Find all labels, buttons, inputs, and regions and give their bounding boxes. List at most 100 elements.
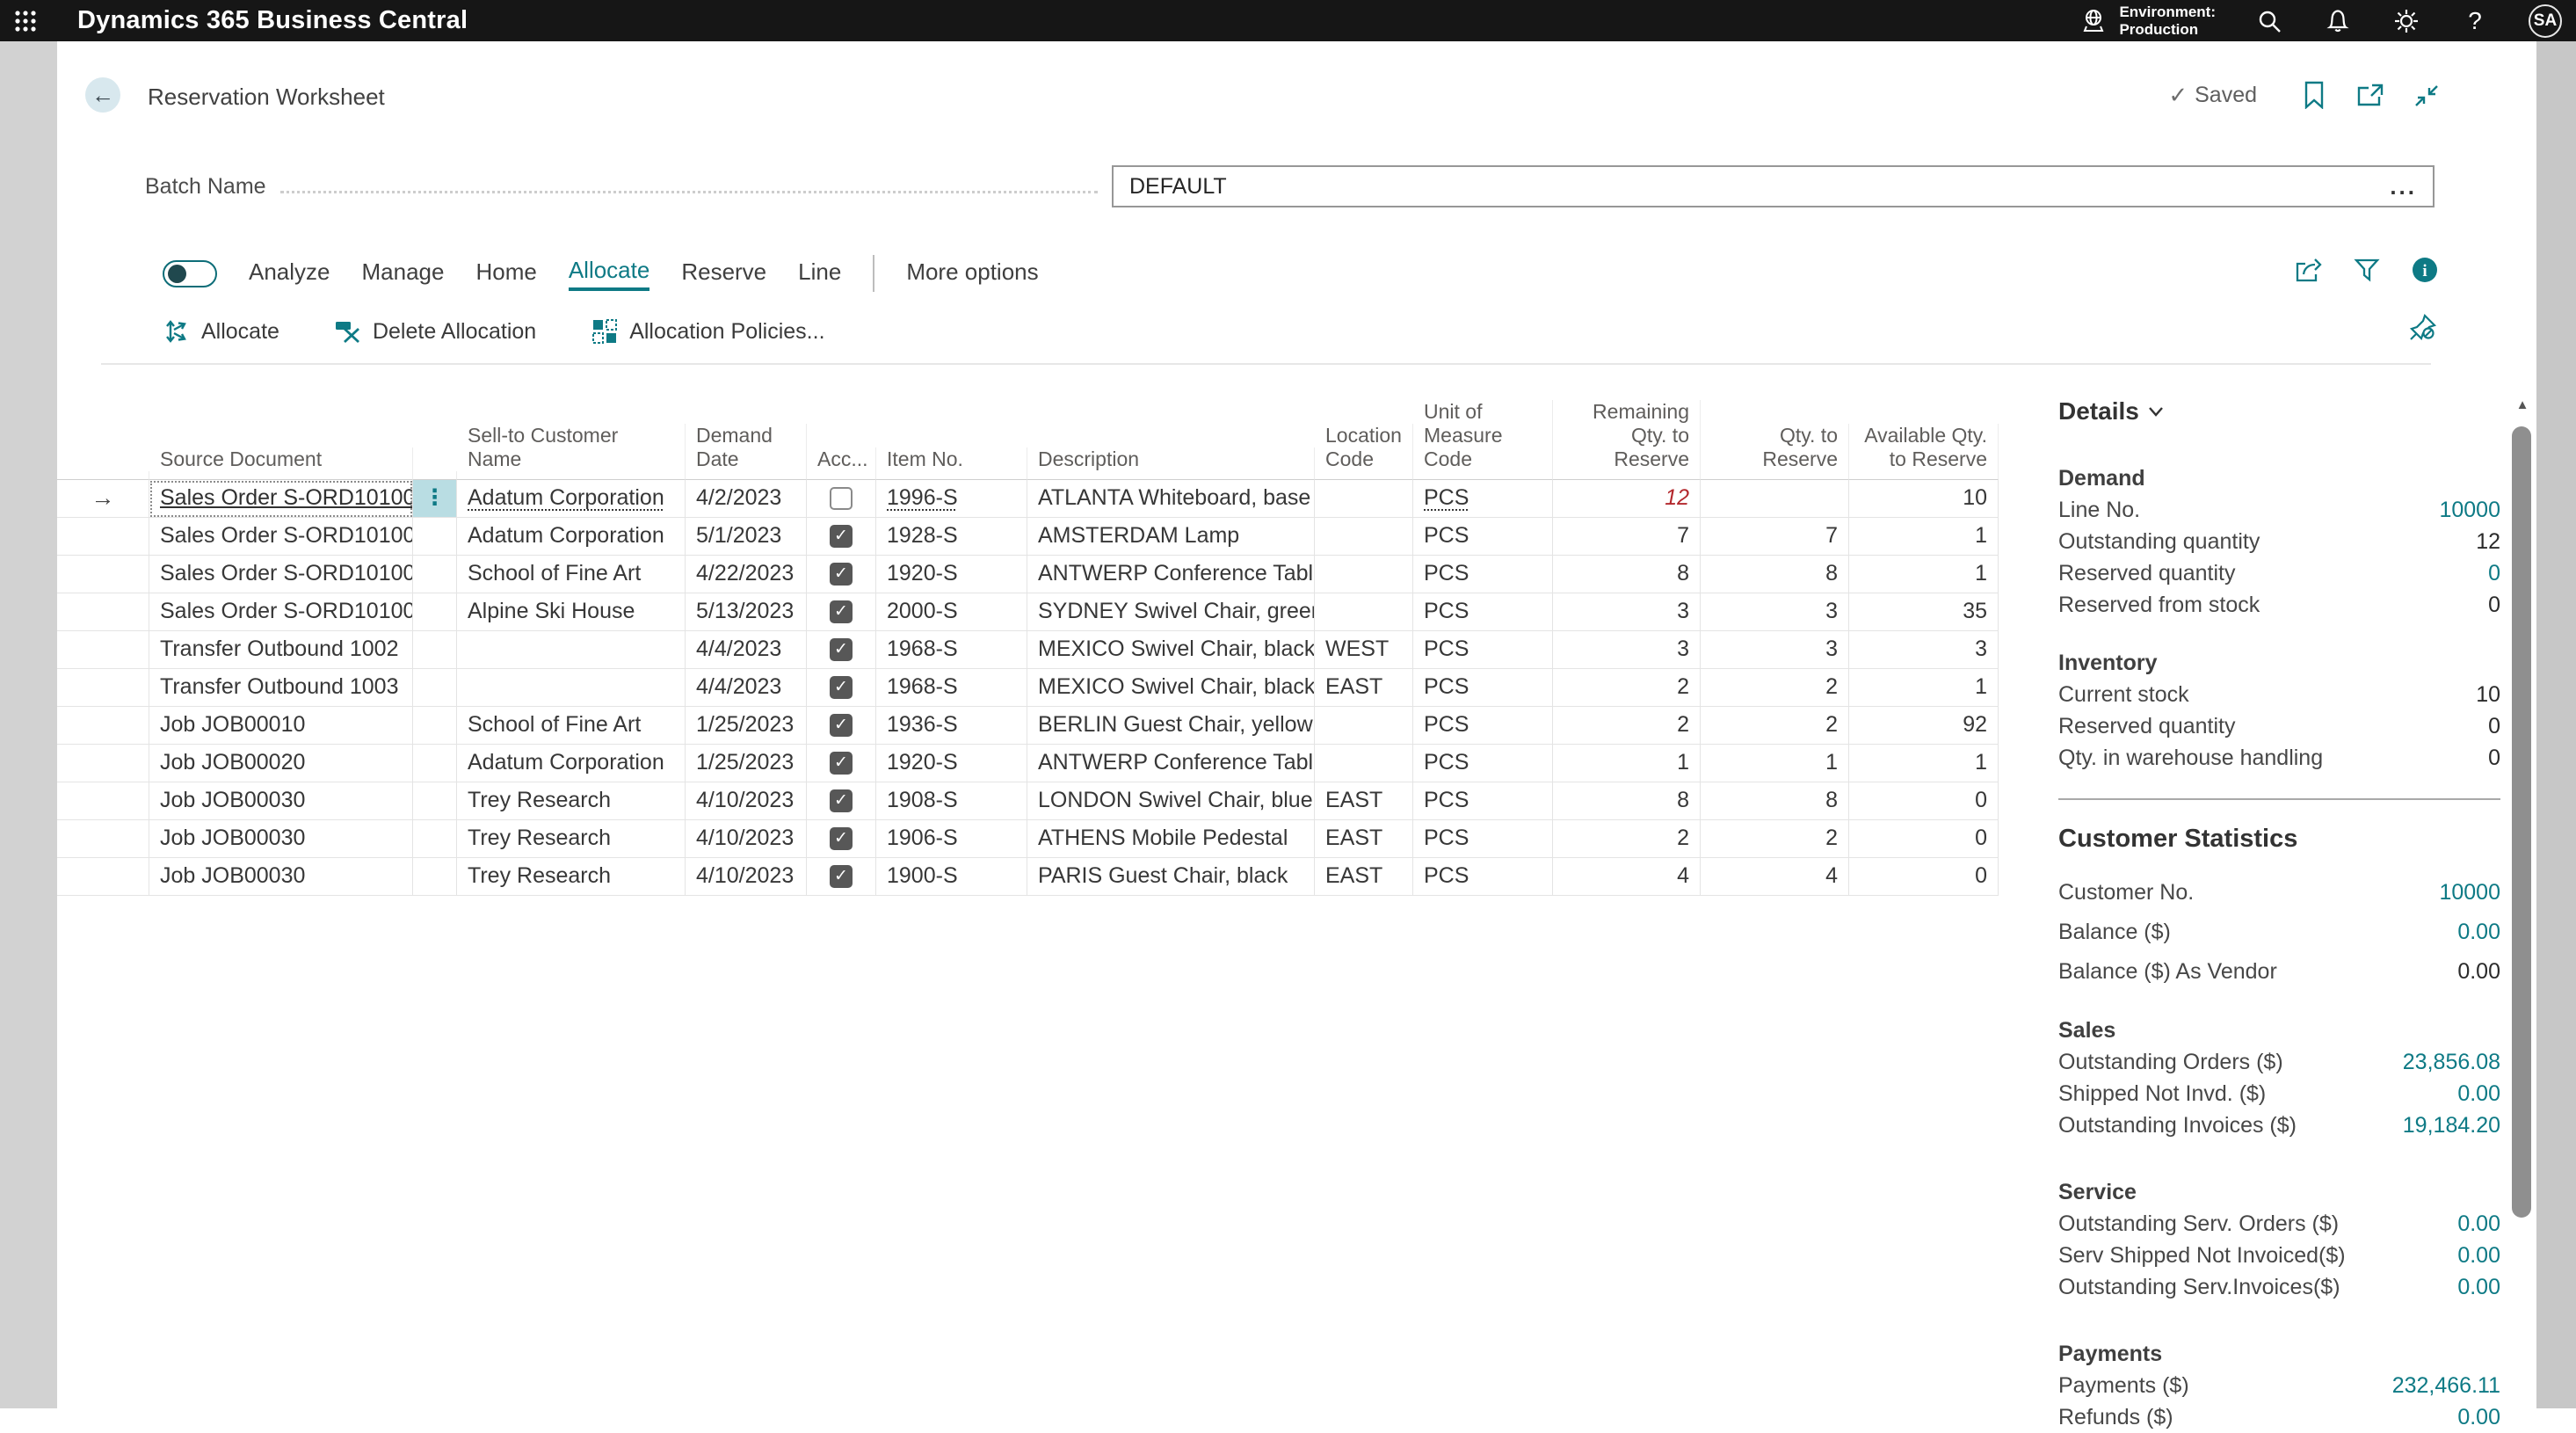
table-row[interactable]: Sales Order S-ORD101003School of Fine Ar…: [57, 556, 1999, 593]
collapse-icon[interactable]: [2412, 80, 2442, 110]
column-header[interactable]: Acc...: [807, 447, 876, 480]
cell-item[interactable]: 1908-S: [876, 782, 1027, 820]
batch-name-value[interactable]: DEFAULT: [1129, 174, 2390, 200]
tab-line[interactable]: Line: [798, 258, 841, 289]
cell-location[interactable]: EAST: [1315, 858, 1413, 896]
cell-available[interactable]: 0: [1849, 782, 1999, 820]
row-menu-dots[interactable]: [413, 518, 457, 556]
accept-cell[interactable]: ✓: [807, 820, 876, 858]
environment-badge[interactable]: Environment: Production: [2079, 4, 2216, 39]
cell-location[interactable]: [1315, 745, 1413, 782]
cell-qty[interactable]: [1701, 480, 1849, 518]
cell-location[interactable]: [1315, 480, 1413, 518]
cell-item[interactable]: 1906-S: [876, 820, 1027, 858]
table-row[interactable]: Job JOB00030Trey Research4/10/2023✓1906-…: [57, 820, 1999, 858]
cell-source[interactable]: Transfer Outbound 1002: [149, 631, 413, 669]
table-row[interactable]: →Sales Order S-ORD101001⋮Adatum Corporat…: [57, 480, 1999, 518]
tab-more-options[interactable]: More options: [906, 258, 1038, 289]
cell-uom[interactable]: PCS: [1413, 745, 1553, 782]
column-header[interactable]: Item No.: [876, 447, 1027, 480]
cell-location[interactable]: [1315, 556, 1413, 593]
cell-uom[interactable]: PCS: [1413, 858, 1553, 896]
cell-remaining[interactable]: 12: [1553, 480, 1701, 518]
accept-checkbox[interactable]: ✓: [830, 563, 853, 586]
column-header[interactable]: Source Document: [149, 447, 413, 480]
back-button[interactable]: ←: [85, 77, 120, 113]
cell-qty[interactable]: 8: [1701, 556, 1849, 593]
cell-remaining[interactable]: 2: [1553, 820, 1701, 858]
cell-remaining[interactable]: 7: [1553, 518, 1701, 556]
cell-item[interactable]: 1968-S: [876, 631, 1027, 669]
batch-lookup-button[interactable]: ...: [2390, 182, 2417, 191]
settings-gear-icon[interactable]: [2391, 6, 2421, 36]
row-menu-dots[interactable]: [413, 745, 457, 782]
row-menu-dots[interactable]: [413, 593, 457, 631]
details-panel-header[interactable]: Details: [2058, 397, 2500, 426]
cell-description[interactable]: SYDNEY Swivel Chair, green: [1027, 593, 1315, 631]
accept-cell[interactable]: ✓: [807, 556, 876, 593]
cell-remaining[interactable]: 2: [1553, 707, 1701, 745]
cell-item[interactable]: 1920-S: [876, 556, 1027, 593]
accept-checkbox[interactable]: ✓: [830, 752, 853, 775]
accept-checkbox[interactable]: ✓: [830, 600, 853, 623]
accept-cell[interactable]: [807, 480, 876, 518]
cell-date[interactable]: 4/10/2023: [686, 782, 807, 820]
column-header[interactable]: Remaining Qty. to Reserve: [1553, 400, 1701, 480]
cell-qty[interactable]: 4: [1701, 858, 1849, 896]
cell-qty[interactable]: 8: [1701, 782, 1849, 820]
table-row[interactable]: Job JOB00030Trey Research4/10/2023✓1900-…: [57, 858, 1999, 896]
cell-customer[interactable]: Adatum Corporation: [457, 745, 686, 782]
cell-available[interactable]: 1: [1849, 556, 1999, 593]
cell-source[interactable]: Transfer Outbound 1003: [149, 669, 413, 707]
cell-customer[interactable]: Adatum Corporation: [457, 518, 686, 556]
cell-available[interactable]: 92: [1849, 707, 1999, 745]
cell-date[interactable]: 1/25/2023: [686, 707, 807, 745]
cell-description[interactable]: ATHENS Mobile Pedestal: [1027, 820, 1315, 858]
tab-home[interactable]: Home: [475, 258, 536, 289]
accept-cell[interactable]: ✓: [807, 669, 876, 707]
table-row[interactable]: Job JOB00010School of Fine Art1/25/2023✓…: [57, 707, 1999, 745]
window-scrollbar[interactable]: [2536, 41, 2576, 1408]
cell-uom[interactable]: PCS: [1413, 593, 1553, 631]
panel-scroll-up-arrow[interactable]: ▲: [2514, 397, 2531, 412]
cell-available[interactable]: 1: [1849, 518, 1999, 556]
cell-location[interactable]: [1315, 593, 1413, 631]
cell-description[interactable]: MEXICO Swivel Chair, black: [1027, 669, 1315, 707]
cell-qty[interactable]: 2: [1701, 669, 1849, 707]
cell-source[interactable]: Job JOB00020: [149, 745, 413, 782]
accept-checkbox[interactable]: ✓: [830, 638, 853, 661]
avatar[interactable]: SA: [2529, 4, 2562, 38]
cell-source[interactable]: Sales Order S-ORD101003: [149, 556, 413, 593]
cell-date[interactable]: 5/1/2023: [686, 518, 807, 556]
cell-available[interactable]: 1: [1849, 669, 1999, 707]
row-menu-dots[interactable]: [413, 556, 457, 593]
accept-checkbox[interactable]: ✓: [830, 714, 853, 737]
column-header[interactable]: Description: [1027, 447, 1315, 480]
app-title[interactable]: Dynamics 365 Business Central: [77, 6, 468, 35]
cell-item[interactable]: 1928-S: [876, 518, 1027, 556]
cell-qty[interactable]: 7: [1701, 518, 1849, 556]
detail-value[interactable]: 10000: [2439, 873, 2500, 913]
unpin-icon[interactable]: [2408, 312, 2438, 342]
app-launcher-icon[interactable]: [5, 0, 46, 41]
cell-uom[interactable]: PCS: [1413, 631, 1553, 669]
detail-value[interactable]: 0.00: [2457, 1208, 2500, 1240]
notifications-bell-icon[interactable]: [2323, 6, 2353, 36]
cell-location[interactable]: EAST: [1315, 820, 1413, 858]
detail-value[interactable]: 0: [2488, 557, 2500, 589]
cell-available[interactable]: 0: [1849, 858, 1999, 896]
cell-source[interactable]: Job JOB00030: [149, 820, 413, 858]
cell-source[interactable]: Sales Order S-ORD101001: [149, 480, 413, 518]
cell-description[interactable]: BERLIN Guest Chair, yellow: [1027, 707, 1315, 745]
panel-scrollbar[interactable]: [2512, 426, 2531, 1218]
cell-qty[interactable]: 2: [1701, 820, 1849, 858]
accept-cell[interactable]: ✓: [807, 745, 876, 782]
search-icon[interactable]: [2254, 6, 2284, 36]
cell-description[interactable]: LONDON Swivel Chair, blue: [1027, 782, 1315, 820]
accept-checkbox[interactable]: [830, 487, 853, 510]
info-icon[interactable]: i: [2410, 255, 2440, 285]
cell-qty[interactable]: 2: [1701, 707, 1849, 745]
open-in-new-window-icon[interactable]: [2355, 80, 2385, 110]
cell-remaining[interactable]: 8: [1553, 782, 1701, 820]
cell-available[interactable]: 10: [1849, 480, 1999, 518]
